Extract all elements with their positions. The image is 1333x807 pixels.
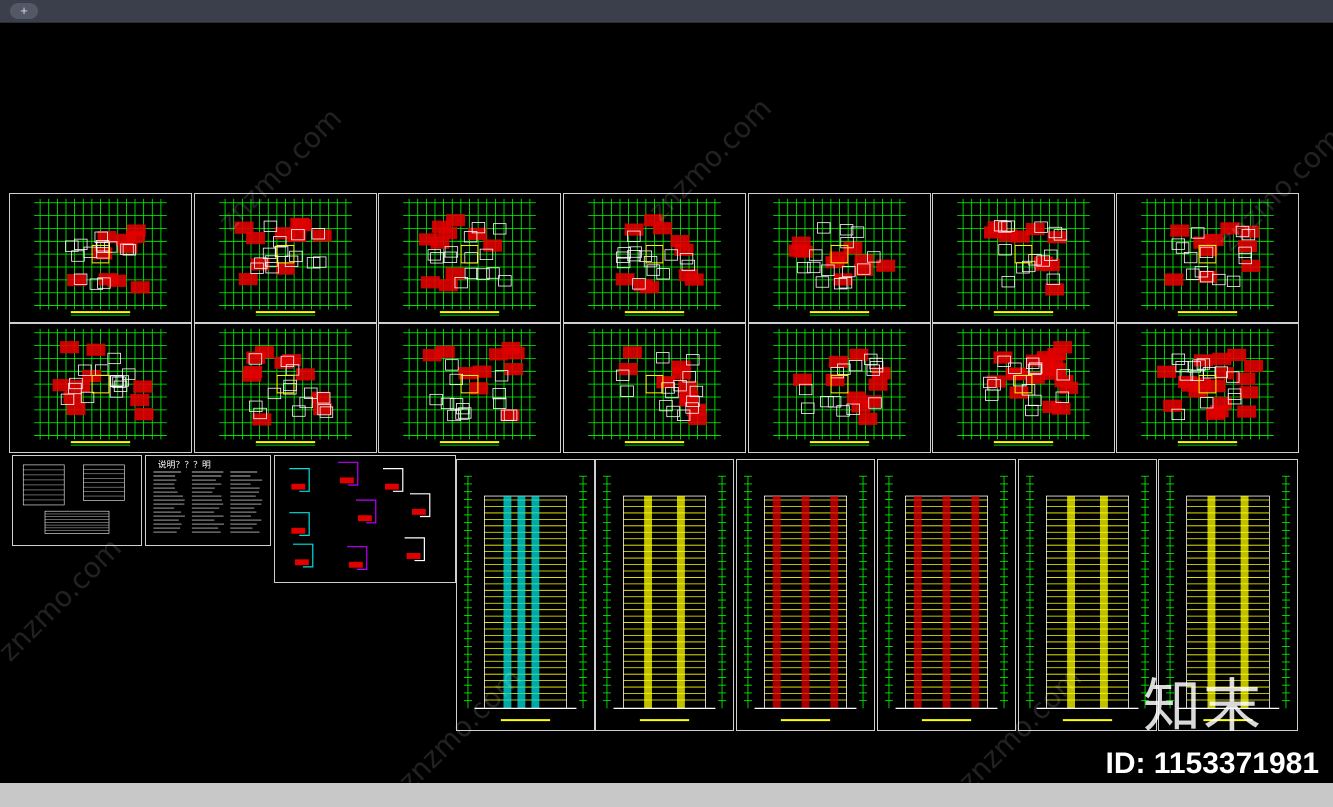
design-notes-sheet: 说明？？？明: [145, 455, 271, 546]
floor-plan-sheet: [563, 323, 746, 453]
cad-drawing-canvas[interactable]: 说明？？？明 znzmo.com znzmo.com znzmo.com znzmo.c…: [0, 23, 1333, 783]
floor-plan-sheet: [194, 323, 377, 453]
status-bar: [0, 783, 1333, 807]
floor-plan-sheet: [1116, 323, 1299, 453]
floor-plan-sheet: [748, 193, 931, 323]
floor-plan-sheet: [378, 193, 561, 323]
elevation-sheet: [595, 459, 734, 731]
floor-plan-sheet: [9, 193, 192, 323]
floor-plan-sheet: [748, 323, 931, 453]
schedule-table-sheet: [12, 455, 142, 546]
notes-title: 说明？？？明: [158, 459, 211, 471]
floor-plan-sheet: [563, 193, 746, 323]
floor-plan-sheet: [932, 193, 1115, 323]
floor-plan-sheet: [932, 323, 1115, 453]
brand-logo: 知末: [1143, 659, 1263, 743]
elevation-sheet: [1018, 459, 1157, 731]
elevation-sheet: [456, 459, 595, 731]
detail-sheet: [274, 455, 456, 583]
floor-plan-sheet: [9, 323, 192, 453]
floor-plan-sheet: [1116, 193, 1299, 323]
asset-id-label: ID: 1153371981: [1105, 747, 1319, 781]
floor-plan-sheet: [378, 323, 561, 453]
floor-plan-sheet: [194, 193, 377, 323]
elevation-sheet: [877, 459, 1016, 731]
tab-bar: +: [0, 0, 1333, 23]
new-tab-button[interactable]: +: [10, 3, 38, 19]
elevation-sheet: [736, 459, 875, 731]
watermark-text: znzmo.com: [0, 531, 128, 667]
